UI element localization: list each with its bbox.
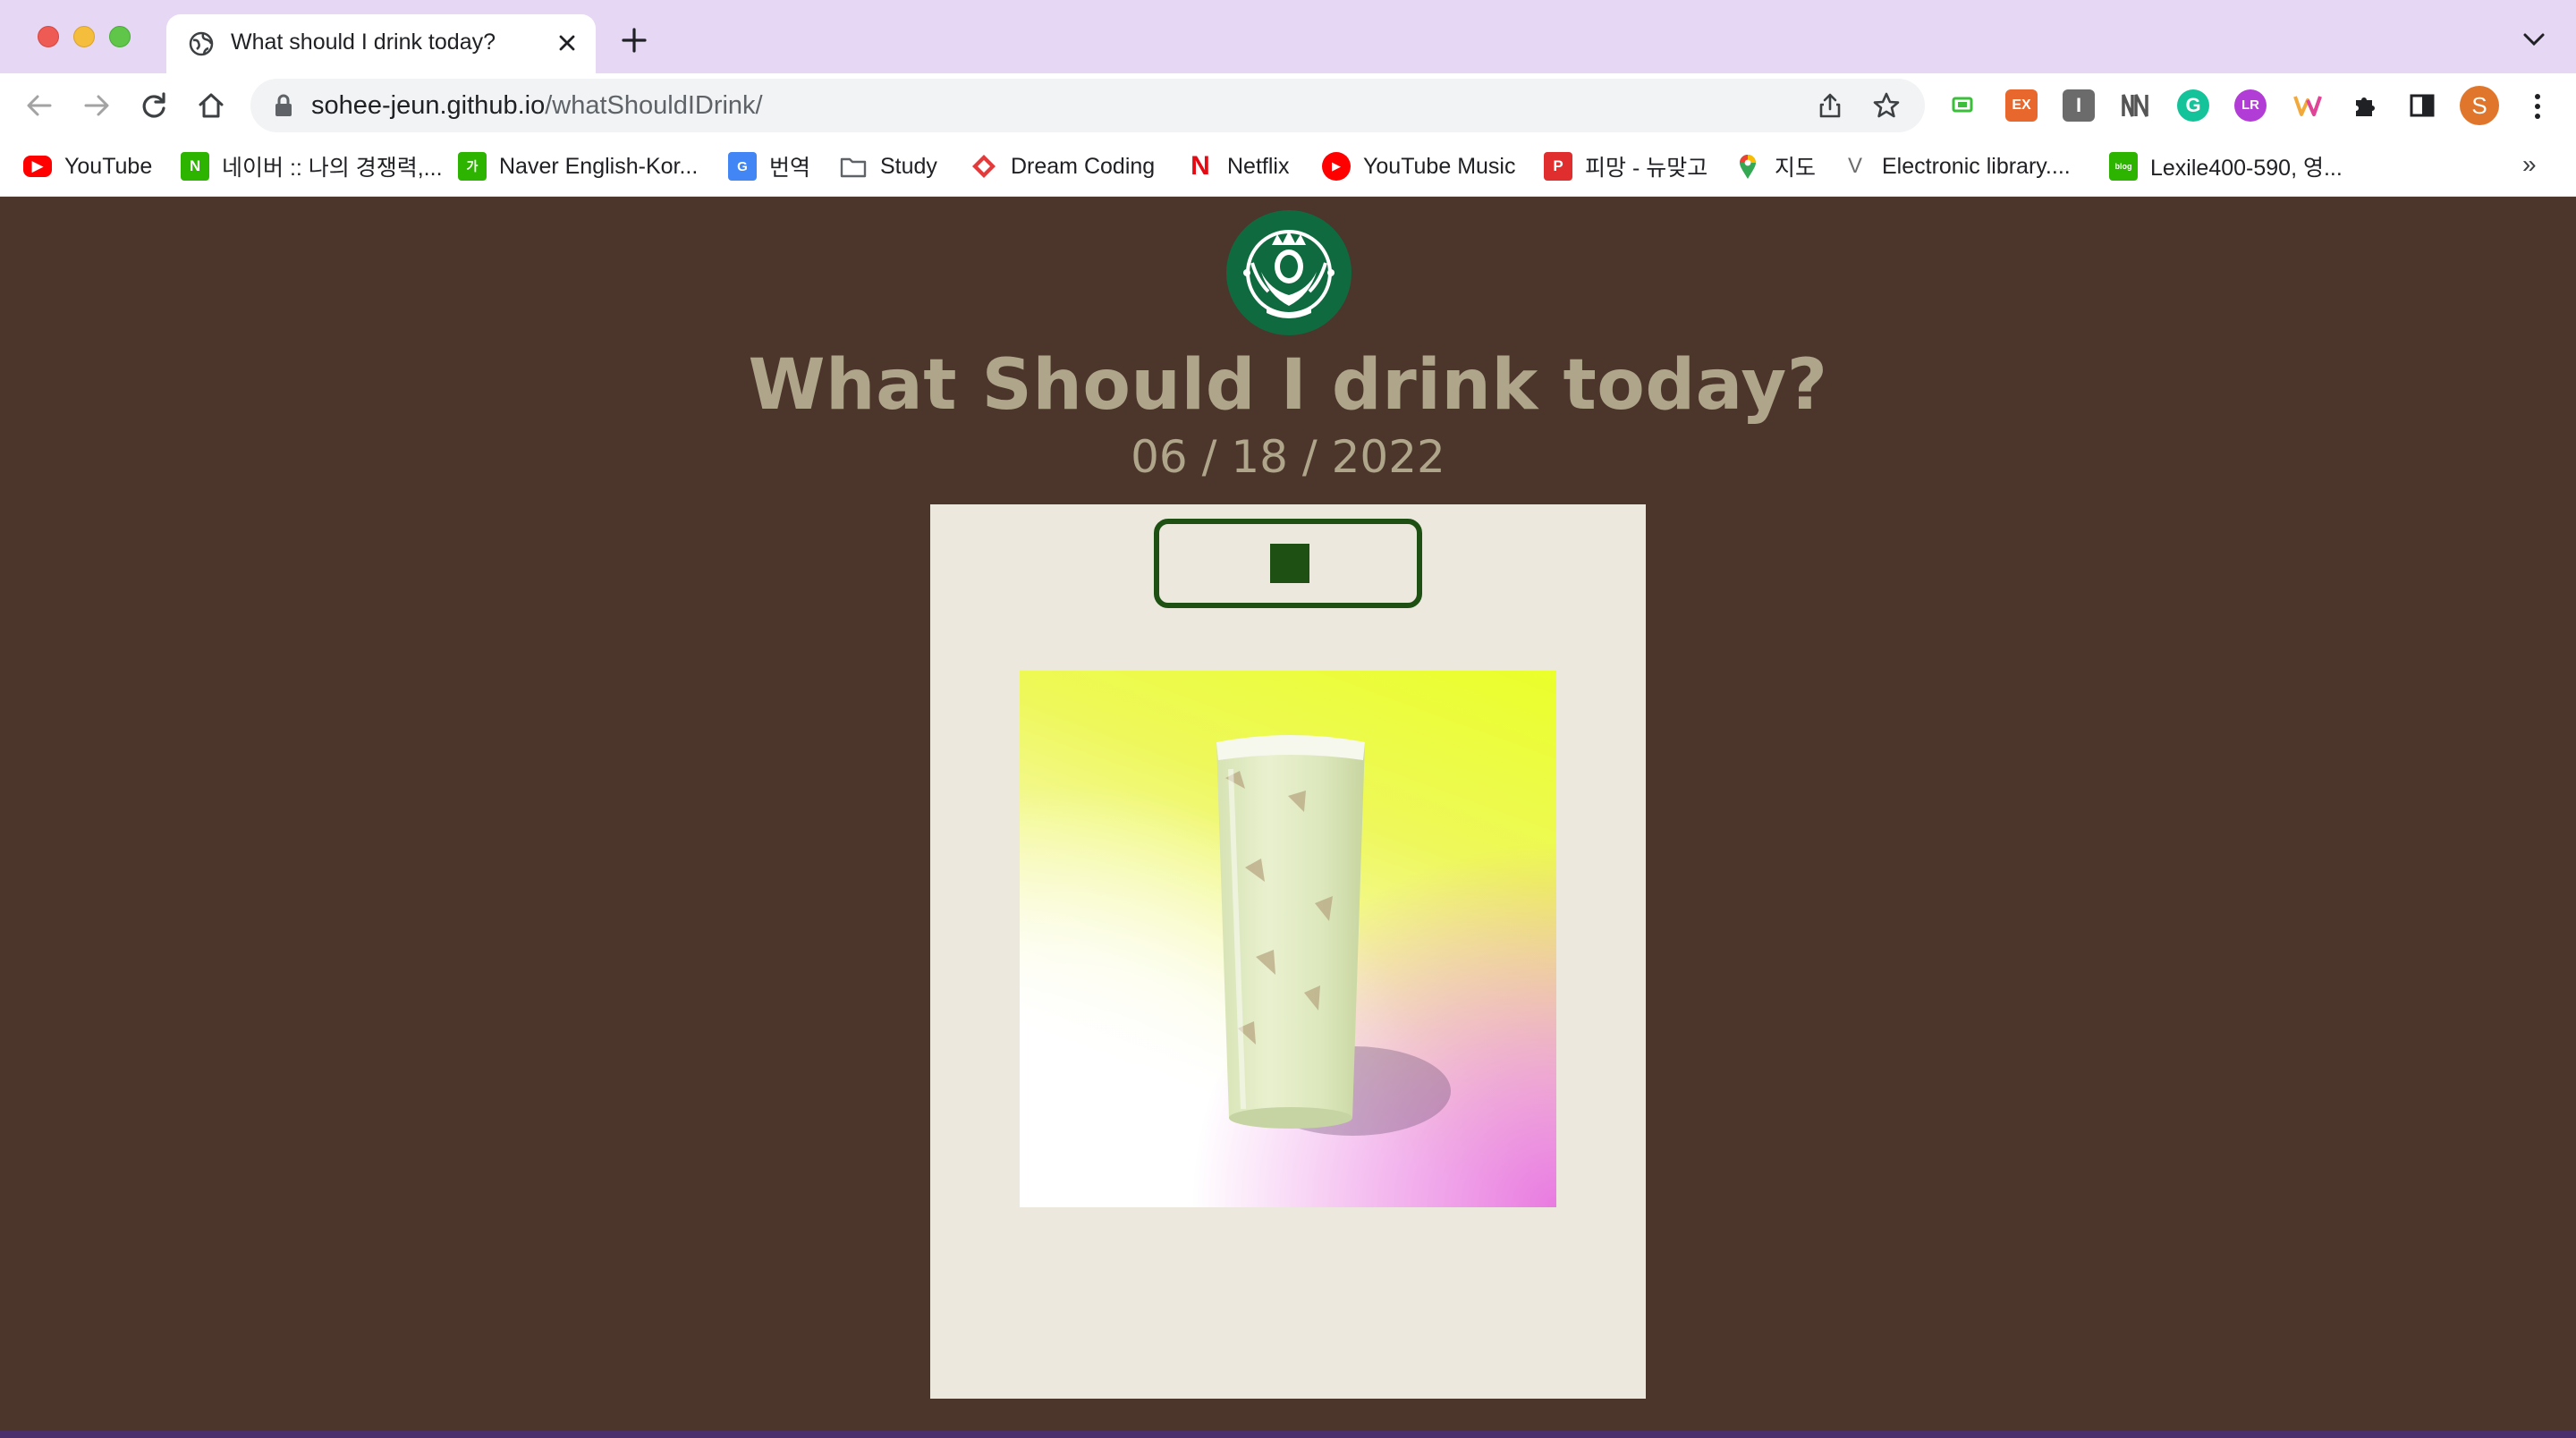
page-content: What Should I drink today? 06 / 18 / 202… bbox=[0, 197, 2576, 1431]
drink-image bbox=[1020, 671, 1556, 1207]
stop-icon bbox=[1270, 544, 1309, 583]
naver-dict-icon: 가 bbox=[458, 152, 487, 181]
blog-icon: blog bbox=[2109, 152, 2138, 181]
bookmark-electronic-library[interactable]: V Electronic library.... bbox=[1841, 145, 2071, 188]
browser-window: What should I drink today? sohee-jeun.gi… bbox=[0, 0, 2576, 1438]
bookmark-label: Lexile400-590, 영... bbox=[2150, 156, 2343, 181]
active-tab[interactable]: What should I drink today? bbox=[166, 14, 596, 73]
close-window-button[interactable] bbox=[38, 26, 59, 47]
bookmark-netflix[interactable]: N Netflix bbox=[1186, 145, 1289, 188]
share-icon[interactable] bbox=[1816, 91, 1844, 120]
tv-extension-icon[interactable] bbox=[1946, 89, 1979, 122]
more-menu-icon[interactable] bbox=[2524, 91, 2551, 122]
i-extension-icon[interactable]: I bbox=[2063, 89, 2095, 122]
naver-icon: N bbox=[181, 152, 209, 181]
google-maps-icon bbox=[1733, 152, 1762, 181]
netflix-icon: N bbox=[1191, 151, 1210, 181]
electronic-library-icon: V bbox=[1847, 154, 1862, 178]
lr-extension-icon[interactable]: LR bbox=[2234, 89, 2267, 122]
bookmark-naver[interactable]: N 네이버 :: 나의 경쟁력,... bbox=[181, 145, 443, 188]
google-translate-icon: G bbox=[728, 152, 757, 181]
address-bar[interactable]: sohee-jeun.github.io/whatShouldIDrink/ bbox=[250, 79, 1925, 132]
lock-icon[interactable] bbox=[272, 93, 295, 118]
bookmarks-bar: ▶ YouTube N 네이버 :: 나의 경쟁력,... 가 Naver En… bbox=[0, 138, 2576, 197]
bookmark-pmang[interactable]: P 피망 - 뉴맞고 bbox=[1544, 145, 1707, 188]
zoom-window-button[interactable] bbox=[109, 26, 131, 47]
iced-matcha-drink-illustration bbox=[1216, 735, 1451, 1136]
bookmark-label: 번역 bbox=[769, 156, 811, 181]
url-text[interactable]: sohee-jeun.github.io/whatShouldIDrink/ bbox=[311, 91, 763, 121]
minimize-window-button[interactable] bbox=[73, 26, 95, 47]
extensions-puzzle-icon[interactable] bbox=[2349, 89, 2381, 122]
youtube-icon: ▶ bbox=[23, 156, 52, 177]
starbucks-logo bbox=[1226, 210, 1352, 335]
drink-card bbox=[930, 504, 1646, 1399]
bookmark-label: YouTube Music bbox=[1363, 153, 1516, 179]
bookmark-label: YouTube bbox=[64, 153, 153, 179]
url-path: /whatShouldIDrink/ bbox=[545, 91, 763, 120]
tab-title: What should I drink today? bbox=[231, 30, 496, 55]
bookmark-maps[interactable]: 지도 bbox=[1733, 145, 1816, 188]
back-icon[interactable] bbox=[23, 89, 55, 122]
forward-icon[interactable] bbox=[80, 89, 113, 122]
bookmark-translate[interactable]: G 번역 bbox=[728, 145, 810, 188]
current-date: 06 / 18 / 2022 bbox=[1131, 431, 1445, 483]
bookmark-label: 네이버 :: 나의 경쟁력,... bbox=[222, 156, 443, 181]
url-host: sohee-jeun.github.io bbox=[311, 91, 546, 120]
dream-coding-icon bbox=[970, 152, 998, 181]
n-extension-icon[interactable] bbox=[2120, 89, 2152, 122]
bookmark-youtube[interactable]: ▶ YouTube bbox=[23, 145, 152, 188]
new-tab-icon[interactable] bbox=[619, 25, 649, 55]
bookmark-label: 지도 bbox=[1775, 156, 1817, 181]
bookmark-label: Dream Coding bbox=[1011, 153, 1156, 179]
bookmark-youtube-music[interactable]: ▶ YouTube Music bbox=[1322, 145, 1515, 188]
bookmark-folder-study[interactable]: Study bbox=[839, 145, 937, 188]
chevron-down-icon[interactable] bbox=[2521, 30, 2547, 48]
w-extension-icon[interactable] bbox=[2292, 89, 2324, 122]
stop-button[interactable] bbox=[1154, 519, 1422, 608]
youtube-music-icon: ▶ bbox=[1322, 152, 1351, 181]
side-panel-icon[interactable] bbox=[2406, 89, 2438, 122]
globe-icon bbox=[189, 31, 214, 56]
pmang-icon: P bbox=[1544, 152, 1572, 181]
bookmark-lexile[interactable]: blog Lexile400-590, 영... bbox=[2109, 145, 2343, 188]
folder-icon bbox=[839, 152, 868, 181]
bookmark-label: Netflix bbox=[1227, 153, 1290, 179]
grammarly-icon[interactable]: G bbox=[2177, 89, 2209, 122]
tab-strip: What should I drink today? bbox=[0, 0, 2576, 73]
bookmark-label: Naver English-Kor... bbox=[499, 153, 699, 179]
bookmark-label: 피망 - 뉴맞고 bbox=[1585, 156, 1708, 181]
ex-extension-icon[interactable]: EX bbox=[2005, 89, 2038, 122]
bookmark-naver-english[interactable]: 가 Naver English-Kor... bbox=[458, 145, 698, 188]
browser-toolbar: sohee-jeun.github.io/whatShouldIDrink/ E… bbox=[0, 73, 2576, 138]
reload-icon[interactable] bbox=[138, 89, 170, 122]
page-title: What Should I drink today? bbox=[748, 345, 1828, 426]
bookmark-label: Electronic library.... bbox=[1882, 153, 2071, 179]
bookmark-star-icon[interactable] bbox=[1871, 90, 1902, 121]
profile-avatar[interactable]: S bbox=[2460, 86, 2499, 125]
bookmark-label: Study bbox=[880, 153, 937, 179]
bookmark-dream-coding[interactable]: Dream Coding bbox=[970, 145, 1155, 188]
more-bookmarks-icon[interactable]: » bbox=[2522, 150, 2537, 179]
close-tab-icon[interactable] bbox=[555, 30, 580, 55]
home-icon[interactable] bbox=[195, 89, 227, 122]
window-bottom-edge bbox=[0, 1431, 2576, 1438]
